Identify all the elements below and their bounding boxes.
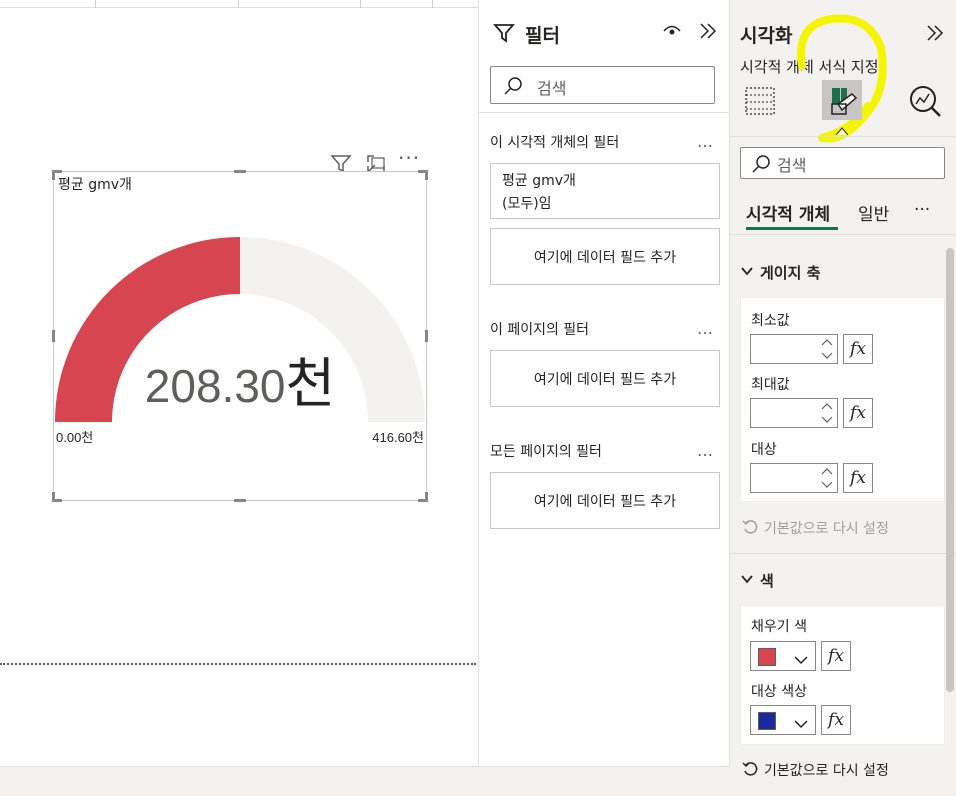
divider [730, 234, 956, 235]
collapse-filter-icon[interactable] [699, 21, 717, 45]
format-search-input[interactable]: 검색 [740, 147, 945, 179]
resize-handle[interactable] [425, 330, 428, 342]
resize-handle[interactable] [234, 170, 246, 173]
filter-pane-title: 필터 [525, 25, 560, 47]
page-filters-more[interactable]: … [697, 319, 714, 338]
add-field-label: 여기에 데이터 필드 추가 [533, 493, 677, 510]
target-color-fx-button[interactable]: fx [821, 705, 851, 735]
format-visual-tab[interactable] [822, 80, 862, 120]
target-fx-button[interactable]: fx [843, 463, 873, 493]
gauge-visual[interactable]: 평균 gmv개 208.30천 0.00천 416.60천 [52, 170, 428, 502]
target-value-input[interactable] [750, 463, 838, 493]
chevron-down-icon [793, 715, 809, 734]
all-pages-filters-heading: 모든 페이지의 필터 [490, 444, 602, 460]
add-data-field-visual[interactable]: 여기에 데이터 필드 추가 [490, 228, 720, 285]
more-options-icon[interactable]: ··· [398, 146, 420, 170]
add-field-label: 여기에 데이터 필드 추가 [533, 249, 677, 266]
visual-filters-more[interactable]: … [697, 132, 714, 151]
resize-handle[interactable] [52, 170, 55, 180]
reset-icon [742, 761, 758, 781]
eye-icon[interactable] [663, 23, 681, 42]
scrollbar[interactable] [946, 248, 954, 692]
max-value-input[interactable] [750, 398, 838, 428]
gauge-max-label: 416.60천 [372, 430, 424, 445]
chevron-down-icon[interactable] [740, 263, 754, 282]
filter-pane: 필터 검색 이 시각적 개체의 필터 … 평균 gmv개 (모두)임 여기에 데… [478, 0, 730, 766]
chevron-down-icon [793, 651, 809, 670]
divider [730, 553, 956, 554]
format-paintbrush-icon [828, 84, 858, 122]
divider [479, 112, 729, 113]
resize-handle[interactable] [425, 170, 428, 180]
min-value-input[interactable] [750, 334, 838, 364]
search-placeholder: 검색 [777, 156, 807, 175]
resize-handle[interactable] [52, 492, 55, 502]
min-label: 최소값 [751, 313, 790, 329]
page-tabs-bar [0, 766, 730, 796]
active-tab-underline [746, 227, 838, 230]
all-pages-filters-more[interactable]: … [697, 441, 714, 460]
fill-color-swatch [758, 648, 776, 666]
filter-card-avg-gmv[interactable]: 평균 gmv개 (모두)임 [490, 163, 720, 219]
fill-color-label: 채우기 색 [751, 619, 807, 635]
gauge-min-label: 0.00천 [56, 430, 93, 445]
divider [730, 136, 956, 137]
filter-icon [493, 22, 515, 48]
page-boundary-line [0, 663, 476, 665]
page-filters-heading: 이 페이지의 필터 [490, 322, 590, 338]
reset-colors[interactable]: 기본값으로 다시 설정 [764, 760, 889, 780]
add-data-field-page[interactable]: 여기에 데이터 필드 추가 [490, 350, 720, 407]
gauge-value-label: 208.30천 [145, 354, 335, 414]
add-data-field-all-pages[interactable]: 여기에 데이터 필드 추가 [490, 472, 720, 529]
target-color-picker[interactable] [750, 705, 816, 735]
chevron-down-icon[interactable] [740, 571, 754, 590]
reset-gauge-axis[interactable]: 기본값으로 다시 설정 [764, 518, 889, 538]
colors-card: 채우기 색 fx 대상 색상 fx [740, 605, 945, 745]
visual-filters-heading: 이 시각적 개체의 필터 [490, 135, 620, 151]
resize-handle[interactable] [52, 330, 55, 342]
fill-color-fx-button[interactable]: fx [821, 641, 851, 671]
max-fx-button[interactable]: fx [843, 398, 873, 428]
resize-handle[interactable] [425, 492, 428, 502]
search-placeholder: 검색 [537, 79, 567, 98]
filter-card-field: 평균 gmv개 [502, 173, 576, 189]
resize-handle[interactable] [234, 499, 246, 502]
ribbon-remnant [0, 0, 478, 8]
min-fx-button[interactable]: fx [843, 334, 873, 364]
search-icon [751, 154, 771, 178]
filter-search-input[interactable]: 검색 [490, 66, 715, 104]
spin-arrows-icon[interactable] [820, 465, 834, 495]
tab-general[interactable]: 일반 [858, 200, 889, 225]
analytics-icon[interactable] [908, 84, 942, 122]
build-visual-icon[interactable] [744, 84, 776, 122]
filter-card-state: (모두)임 [502, 196, 552, 212]
reset-icon [742, 519, 758, 539]
visualizations-pane: 시각화 시각적 개체 서식 지정 검색 시각적 개체 일반 ··· 게이지 축 … [730, 0, 956, 796]
max-label: 최대값 [751, 377, 790, 393]
add-field-label: 여기에 데이터 필드 추가 [533, 371, 677, 388]
search-icon [503, 76, 523, 100]
gauge-axis-card: 최소값 fx 최대값 fx 대상 fx [740, 297, 945, 502]
tab-more[interactable]: ··· [914, 200, 930, 220]
collapse-viz-icon[interactable] [926, 23, 944, 47]
target-color-swatch [758, 712, 776, 730]
gauge-chart: 208.30천 0.00천 416.60천 [55, 237, 425, 445]
colors-heading[interactable]: 색 [760, 570, 774, 591]
spin-arrows-icon[interactable] [820, 336, 834, 366]
target-label: 대상 [751, 442, 777, 458]
gauge-axis-heading[interactable]: 게이지 축 [760, 262, 820, 283]
fill-color-picker[interactable] [750, 641, 816, 671]
spin-arrows-icon[interactable] [820, 400, 834, 430]
tab-visual[interactable]: 시각적 개체 [746, 200, 830, 225]
selected-tab-indicator [835, 120, 849, 136]
target-color-label: 대상 색상 [751, 684, 807, 700]
